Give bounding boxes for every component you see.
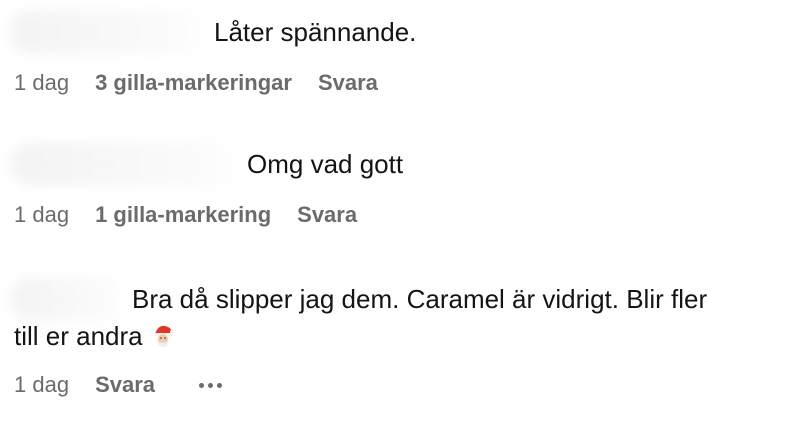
blurred-author-name (10, 142, 246, 186)
dot (217, 382, 223, 388)
comment: Låter spännande. 1 dag 3 gilla-markering… (0, 0, 800, 110)
comment: Omg vad gott 1 dag 1 gilla-markering Sva… (0, 130, 800, 240)
comment-text-line-1: Bra då slipper jag dem. Caramel är vidri… (132, 284, 708, 314)
comment-text: Låter spännande. (214, 17, 417, 47)
comment-time: 1 dag (14, 202, 70, 227)
comment-feed: Låter spännande. 1 dag 3 gilla-markering… (0, 0, 800, 439)
likes-count-button[interactable]: 3 gilla-markeringar (95, 70, 292, 96)
dot (208, 382, 214, 388)
reply-button[interactable]: Svara (318, 70, 378, 96)
comment-time: 1 dag (14, 70, 70, 95)
comment-text-line-2: till er andra (14, 316, 176, 357)
blurred-author-name (10, 277, 130, 321)
comment-meta: 1 dag 1 gilla-markering Svara (14, 202, 357, 228)
likes-count-button[interactable]: 1 gilla-markering (95, 202, 271, 228)
comment-meta: 1 dag 3 gilla-markeringar Svara (14, 70, 378, 96)
comment-meta: 1 dag Svara (14, 372, 223, 398)
dot (199, 382, 205, 388)
more-options-icon[interactable] (199, 382, 223, 388)
comment-text: Omg vad gott (247, 149, 404, 179)
comment: Bra då slipper jag dem. Caramel är vidri… (0, 265, 800, 415)
blurred-author-name (10, 10, 210, 54)
reply-button[interactable]: Svara (297, 202, 357, 228)
reply-button[interactable]: Svara (95, 372, 155, 398)
comment-time: 1 dag (14, 372, 70, 397)
comment-text-continued: till er andra (14, 321, 143, 351)
santa-icon (153, 325, 174, 347)
